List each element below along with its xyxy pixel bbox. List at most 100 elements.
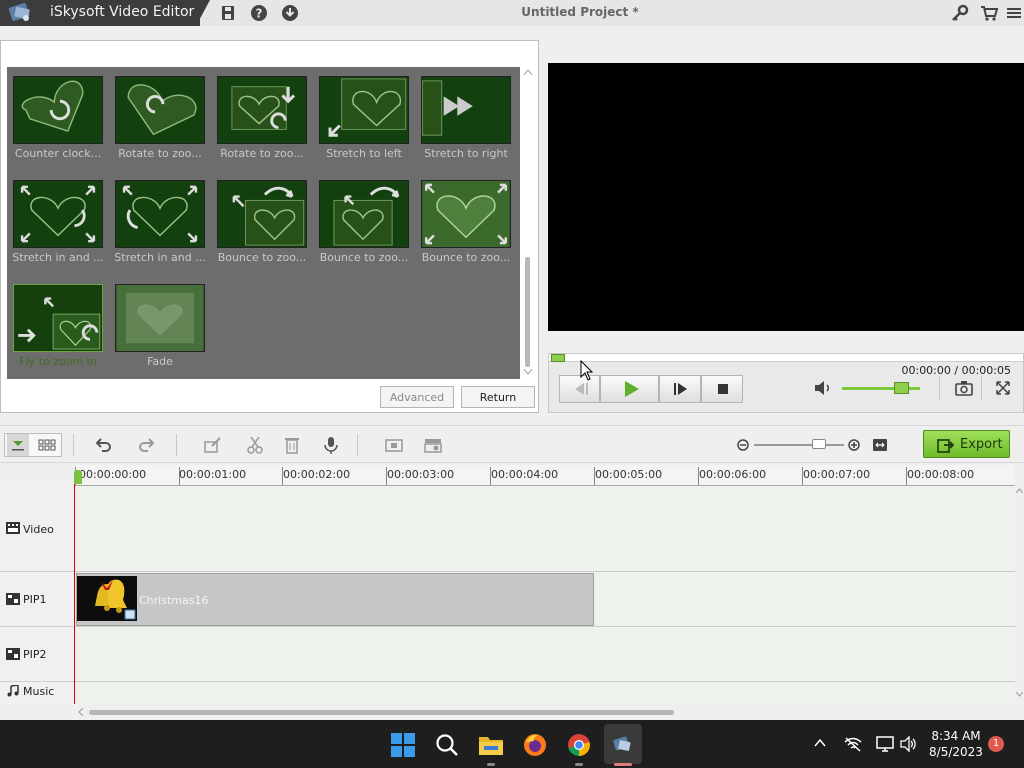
windows-start-icon[interactable] <box>390 732 416 758</box>
display-icon[interactable] <box>876 736 894 752</box>
progress-track[interactable] <box>549 354 1023 362</box>
play-button[interactable] <box>600 375 659 403</box>
timeline-vertical-scrollbar[interactable] <box>1015 486 1024 704</box>
timeline-ruler[interactable]: 00:00:00:00 00:00:01:00 00:00:02:00 00:0… <box>75 465 1015 486</box>
ruler-tick: 00:00:02:00 <box>283 468 351 481</box>
preview-screen <box>548 63 1024 331</box>
transition-thumb[interactable] <box>217 180 307 248</box>
transition-thumb[interactable] <box>115 284 205 352</box>
next-frame-button[interactable] <box>659 375 701 403</box>
delete-icon[interactable] <box>281 434 303 456</box>
playhead-handle[interactable] <box>74 470 82 484</box>
ruler-tick: 00:00:08:00 <box>907 468 975 481</box>
help-icon[interactable]: ? <box>249 3 269 23</box>
timeline-clip[interactable]: Christmas16 <box>76 573 594 626</box>
firefox-icon[interactable] <box>522 732 548 758</box>
transition-thumb[interactable] <box>13 76 103 144</box>
scroll-left-icon[interactable] <box>78 708 84 716</box>
chrome-icon[interactable] <box>566 732 592 758</box>
transition-label: Counter clock... <box>14 147 102 160</box>
cut-icon[interactable] <box>244 434 266 456</box>
menu-icon[interactable] <box>1004 3 1024 23</box>
clock-date[interactable]: 8/5/2023 <box>924 745 988 759</box>
transition-label: Stretch to left <box>326 147 402 160</box>
scrollbar-thumb[interactable] <box>525 257 530 367</box>
search-icon[interactable] <box>434 732 460 758</box>
transition-thumb[interactable] <box>115 180 205 248</box>
zoom-handle[interactable] <box>812 439 826 449</box>
scrollbar-thumb[interactable] <box>89 710 674 715</box>
track-pip2[interactable] <box>75 627 1015 682</box>
scroll-down-icon[interactable] <box>1016 692 1023 697</box>
app-indicator <box>487 763 495 766</box>
undo-icon[interactable] <box>92 434 114 456</box>
track-music[interactable] <box>75 682 1015 704</box>
scroll-up-icon[interactable] <box>1016 488 1023 493</box>
stop-button[interactable] <box>701 375 743 403</box>
track-video[interactable] <box>75 486 1015 572</box>
divider <box>981 376 982 400</box>
next-frame-icon <box>674 383 687 395</box>
export-button[interactable]: Export <box>923 430 1010 458</box>
transition-thumb[interactable] <box>217 76 307 144</box>
fullscreen-icon[interactable] <box>996 381 1010 395</box>
transition-thumb-selected[interactable] <box>13 284 103 352</box>
transition-thumb[interactable] <box>13 180 103 248</box>
settings-icon[interactable] <box>422 434 444 456</box>
track-label-pip2: PIP2 <box>0 627 75 682</box>
storyboard-view-icon[interactable] <box>36 434 58 456</box>
transition-label: Bounce to zoo... <box>421 251 511 264</box>
save-icon[interactable] <box>218 3 238 23</box>
transition-thumb[interactable] <box>319 76 409 144</box>
ruler-tick: 00:00:00:00 <box>79 468 147 481</box>
cart-icon[interactable] <box>979 3 999 23</box>
clip-thumbnail <box>77 576 137 621</box>
active-app-indicator <box>614 763 632 766</box>
clip-name: Christmas16 <box>139 594 209 607</box>
zoom-in-icon[interactable] <box>848 439 860 451</box>
volume-handle[interactable] <box>893 382 909 394</box>
edit-icon[interactable] <box>202 434 224 456</box>
zoom-slider[interactable] <box>754 444 844 446</box>
snapshot-icon[interactable] <box>955 380 973 396</box>
scroll-down-icon[interactable] <box>524 369 532 375</box>
volume-icon[interactable] <box>813 380 833 396</box>
redo-icon[interactable] <box>136 434 158 456</box>
transition-label-selected: Fly to zoom in <box>19 355 97 368</box>
transition-label: Bounce to zoo... <box>217 251 307 264</box>
export-label: Export <box>960 437 1003 452</box>
crop-icon[interactable] <box>383 434 405 456</box>
timeline-horizontal-scrollbar[interactable] <box>75 704 1024 720</box>
player-controls: 00:00:00 / 00:00:05 <box>548 353 1024 413</box>
isykosft-app-icon[interactable] <box>610 732 636 758</box>
file-explorer-icon[interactable] <box>478 732 504 758</box>
playhead-line[interactable] <box>74 484 75 704</box>
app-indicator <box>575 763 583 766</box>
download-icon[interactable] <box>280 3 300 23</box>
zoom-out-icon[interactable] <box>737 439 749 451</box>
transition-thumb[interactable] <box>421 76 511 144</box>
ruler-tick: 00:00:01:00 <box>179 468 247 481</box>
progress-handle[interactable] <box>551 354 565 362</box>
fit-timeline-icon[interactable] <box>872 438 888 452</box>
transition-thumb[interactable] <box>115 76 205 144</box>
transitions-scrollbar[interactable] <box>522 67 534 379</box>
microphone-icon[interactable] <box>320 434 342 456</box>
transition-thumb[interactable] <box>319 180 409 248</box>
transition-label: Stretch to right <box>424 147 508 160</box>
key-icon[interactable] <box>950 3 970 23</box>
scroll-up-icon[interactable] <box>524 69 532 75</box>
transition-label: Rotate to zoo... <box>118 147 202 160</box>
network-offline-icon[interactable] <box>844 736 862 752</box>
clock-time[interactable]: 8:34 AM <box>924 729 988 743</box>
transition-thumb[interactable] <box>421 180 511 248</box>
return-button[interactable]: Return <box>461 386 535 408</box>
advanced-button[interactable]: Advanced <box>380 386 454 408</box>
chevron-up-icon[interactable] <box>814 738 826 748</box>
speaker-icon[interactable] <box>899 736 917 752</box>
divider <box>939 376 940 400</box>
export-icon <box>937 439 954 453</box>
ruler-tick: 00:00:07:00 <box>803 468 871 481</box>
timeline-view-icon[interactable] <box>7 434 29 456</box>
notification-badge[interactable]: 1 <box>988 736 1004 752</box>
